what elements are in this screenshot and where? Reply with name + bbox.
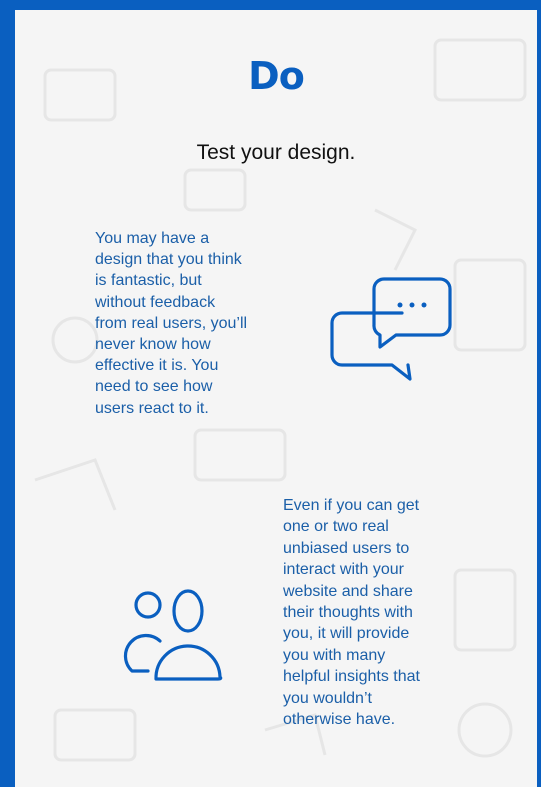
paragraph-line: otherwise have. [283, 711, 396, 729]
left-border [0, 0, 15, 787]
paragraph-line: never know how [95, 336, 211, 354]
paragraph-line: Even if you can get [283, 497, 420, 514]
paragraph-line: unbiased users to [283, 539, 410, 557]
paragraph-line: is fantastic, but [95, 272, 202, 290]
paragraph-line: helpful insights that [283, 668, 420, 686]
right-border [537, 0, 541, 787]
users-icon [123, 589, 223, 681]
paragraph-line: you with many [283, 646, 386, 664]
paragraph-line: their thoughts with [283, 604, 413, 622]
paragraph-line: you, it will provide [283, 625, 410, 643]
chat-bubbles-icon [330, 277, 452, 381]
paragraph-line: users react to it. [95, 399, 209, 417]
top-border [0, 0, 541, 10]
infographic-card: Do Test your design. You may have a desi… [15, 10, 537, 787]
paragraph-insights: Even if you can get one or two real unbi… [283, 495, 483, 730]
paragraph-line: website and share [283, 582, 413, 600]
paragraph-feedback: You may have a design that you think is … [95, 228, 295, 419]
subheading: Test your design. [196, 141, 356, 164]
paragraph-line: effective it is. You [95, 357, 219, 375]
paragraph-line: need to see how [95, 378, 213, 396]
paragraph-line: one or two real [283, 518, 389, 536]
paragraph-line: design that you think [95, 251, 242, 269]
paragraph-line: from real users, you’ll [95, 314, 248, 332]
paragraph-line: without feedback [95, 293, 216, 311]
paragraph-line: You may have a [95, 230, 210, 247]
paragraph-line: you wouldn’t [283, 689, 372, 707]
paragraph-line: interact with your [283, 561, 404, 579]
page-heading: Do [248, 54, 305, 98]
